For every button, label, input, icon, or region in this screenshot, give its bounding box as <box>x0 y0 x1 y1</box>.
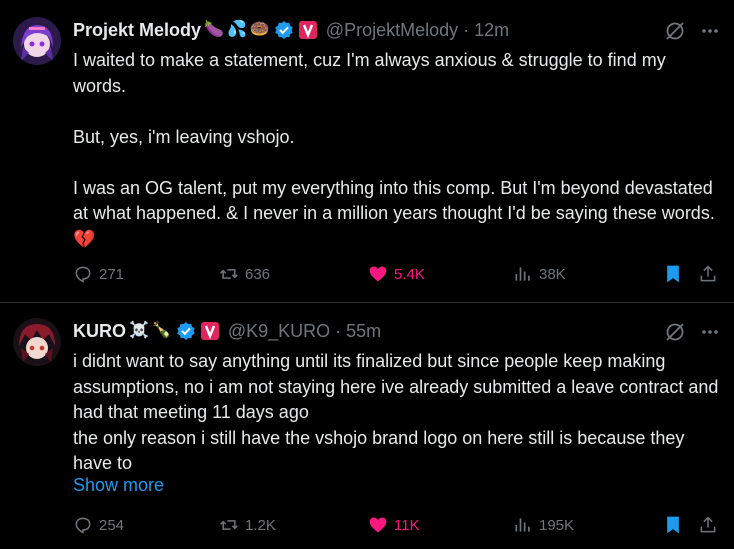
tweet-text: i didnt want to say anything until its f… <box>73 349 723 477</box>
tweet-header: Projekt Melody 🍆 💦 🍩 @ProjektMelody · 12… <box>73 18 509 42</box>
bookmark-icon <box>667 516 679 534</box>
tweet-paragraph: i didnt want to say anything until its f… <box>73 351 719 422</box>
views-count: 195K <box>539 516 575 534</box>
more-icon[interactable] <box>700 322 720 347</box>
verified-badge-icon[interactable] <box>176 321 196 341</box>
tweet-actions: 271 636 5.4K 38K <box>73 264 723 286</box>
repost-count: 636 <box>245 265 271 283</box>
display-name[interactable]: KURO <box>73 321 126 342</box>
droplets-emoji: 💦 <box>226 21 247 38</box>
handle[interactable]: @ProjektMelody <box>326 20 458 41</box>
like-count: 11K <box>394 516 420 534</box>
tweet-paragraph: I was an OG talent, put my everything in… <box>73 177 715 249</box>
donut-emoji: 🍩 <box>249 21 270 38</box>
bookmark-icon <box>667 265 679 283</box>
repost-icon <box>220 520 238 530</box>
share-icon <box>700 516 716 533</box>
skull-crossbones-emoji: ☠️ <box>129 322 149 339</box>
top-actions <box>664 321 720 348</box>
vshojo-affiliate-badge[interactable] <box>298 20 318 40</box>
grok-icon[interactable] <box>664 321 686 348</box>
bookmark-button[interactable] <box>663 264 683 284</box>
share-button[interactable] <box>698 515 718 535</box>
separator-dot: · <box>463 19 470 40</box>
show-more-link[interactable]: Show more <box>73 475 164 496</box>
reply-count: 254 <box>99 516 125 534</box>
tweet-paragraph: I waited to make a statement, cuz I'm al… <box>73 50 666 96</box>
views-button[interactable]: 38K <box>513 264 566 284</box>
timestamp[interactable]: 55m <box>346 321 381 342</box>
tweet-header: KURO ☠️ 🍾 @K9_KURO · 55m <box>73 319 381 343</box>
reply-count: 271 <box>99 265 125 283</box>
like-button[interactable]: 5.4K <box>368 264 425 284</box>
eggplant-emoji: 🍆 <box>204 21 224 38</box>
timestamp[interactable]: 12m <box>474 20 509 41</box>
views-button[interactable]: 195K <box>513 515 574 535</box>
like-count: 5.4K <box>394 265 425 283</box>
repost-icon <box>220 269 238 279</box>
verified-badge-icon[interactable] <box>274 20 294 40</box>
handle[interactable]: @K9_KURO <box>228 321 330 342</box>
like-icon <box>369 266 387 282</box>
bookmark-button[interactable] <box>663 515 683 535</box>
separator-dot: · <box>335 320 342 341</box>
share-button[interactable] <box>698 264 718 284</box>
avatar[interactable] <box>13 318 61 366</box>
reply-button[interactable]: 254 <box>73 515 124 535</box>
top-actions <box>664 20 720 47</box>
display-name[interactable]: Projekt Melody <box>73 20 201 41</box>
share-icon <box>700 265 716 282</box>
grok-icon[interactable] <box>664 20 686 47</box>
bottle-emoji: 🍾 <box>151 322 172 339</box>
tweet-projektmelody[interactable]: Projekt Melody 🍆 💦 🍩 @ProjektMelody · 12… <box>0 0 734 303</box>
vshojo-affiliate-badge[interactable] <box>200 321 220 341</box>
avatar[interactable] <box>13 17 61 65</box>
reply-button[interactable]: 271 <box>73 264 124 284</box>
views-icon <box>515 267 530 281</box>
reply-icon <box>75 266 91 283</box>
repost-button[interactable]: 636 <box>219 264 270 284</box>
like-button[interactable]: 11K <box>368 515 420 535</box>
repost-count: 1.2K <box>245 516 276 534</box>
repost-button[interactable]: 1.2K <box>219 515 276 535</box>
views-icon <box>515 518 530 532</box>
tweet-paragraph: But, yes, i'm leaving vshojo. <box>73 126 295 147</box>
views-count: 38K <box>539 265 566 283</box>
tweet-actions: 254 1.2K 11K 195K <box>73 515 723 537</box>
tweet-paragraph: the only reason i still have the vshojo … <box>73 427 685 474</box>
reply-icon <box>75 517 91 534</box>
like-icon <box>369 517 387 533</box>
more-icon[interactable] <box>700 21 720 46</box>
tweet-text: I waited to make a statement, cuz I'm al… <box>73 48 723 252</box>
